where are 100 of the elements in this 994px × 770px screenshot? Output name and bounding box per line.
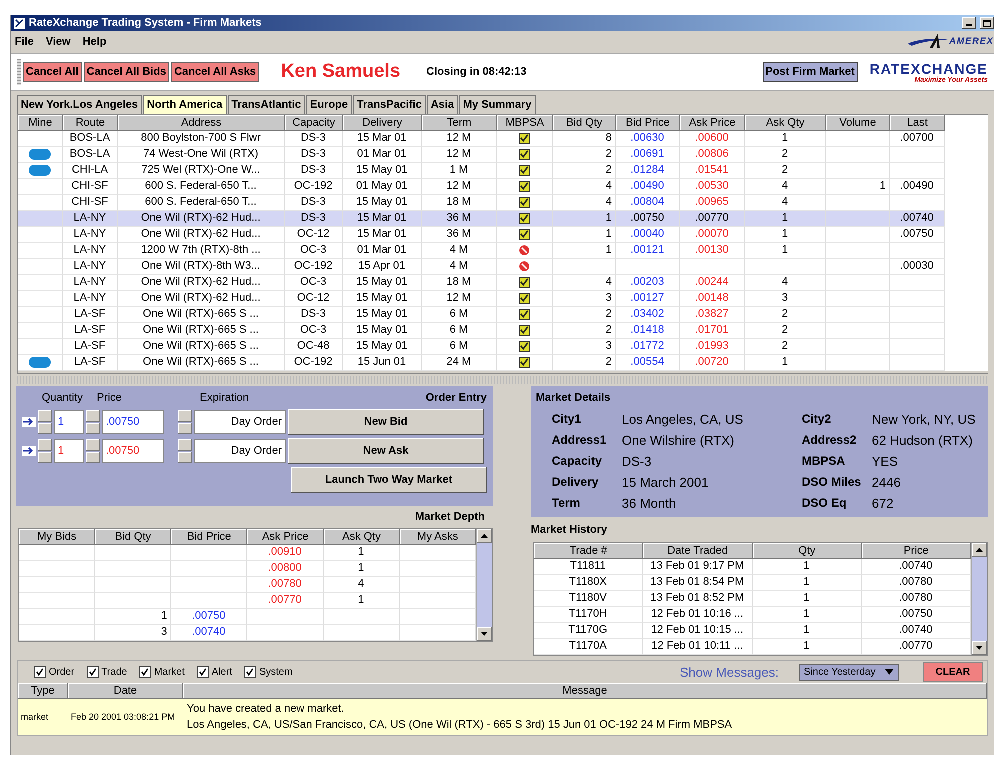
quantity-field[interactable]: 1 [54,410,84,434]
table-cell: OC-3 [285,323,343,339]
detail-label: Address2 [802,433,858,448]
table-cell: 6 M [422,307,497,323]
closing-time: Closing in 08:42:13 [426,66,528,78]
column-header[interactable]: My Bids [19,529,96,545]
table-cell: 3 [553,339,616,355]
spin-down-button[interactable] [86,422,100,434]
spin-up-button[interactable] [178,410,192,422]
tab[interactable]: TransAtlantic [228,95,306,114]
spin-down-button[interactable] [178,422,192,434]
period-dropdown[interactable]: Since Yesterday [799,664,899,680]
spin-down-button[interactable] [86,452,100,463]
spin-up-button[interactable] [86,439,100,450]
field-label: Expiration [200,392,249,404]
expiration-field[interactable]: Day Order [194,439,286,463]
column-header[interactable]: Message [183,683,987,699]
spin-down-button[interactable] [38,452,52,463]
checkbox[interactable] [34,666,46,678]
column-header[interactable]: Last [890,115,945,131]
spin-down-button[interactable] [178,452,192,463]
checkbox[interactable] [86,666,99,678]
column-header[interactable]: Capacity [285,115,343,131]
minimize-button[interactable] [962,17,976,29]
column-header[interactable]: Route [63,115,118,131]
table-cell [826,131,890,147]
spin-up-button[interactable] [38,410,52,422]
checkbox[interactable] [244,666,256,678]
menu-item[interactable]: File [15,36,34,48]
table-cell: 4 [745,179,826,195]
quantity-field[interactable]: 1 [54,439,84,463]
spin-up-button[interactable] [38,439,52,450]
up-arrow-icon[interactable] [976,548,983,552]
column-header[interactable]: Bid Qty [553,115,616,131]
maximize-icon [983,20,991,26]
tab[interactable]: New York.Los Angeles [17,95,142,114]
cancel-button[interactable]: Cancel All Asks [171,62,260,82]
table-cell: One Wil (RTX)-8th W3... [118,259,285,275]
spin-up-button[interactable] [178,439,192,450]
table-cell: T1180V [534,591,644,607]
tab[interactable]: North America [143,95,227,114]
menu-item[interactable]: View [46,36,71,48]
order-button[interactable]: New Ask [288,438,484,464]
column-header[interactable]: Term [422,115,497,131]
column-header[interactable]: Bid Qty [95,529,172,545]
column-header[interactable]: Delivery [343,115,422,131]
column-header[interactable]: Ask Qty [324,529,400,545]
checkbox-label: System [259,666,293,678]
splitter-handle[interactable] [17,376,988,384]
price-field[interactable]: .00750 [102,439,164,463]
column-header[interactable]: Bid Price [616,115,680,131]
column-header[interactable]: Trade # [534,543,644,559]
checkbox[interactable] [196,666,209,678]
table-cell: .01541 [680,163,745,179]
expiration-field[interactable]: Day Order [194,410,286,434]
column-header[interactable]: Ask Qty [745,115,826,131]
table-cell: 4 M [422,259,497,275]
table-cell: .00203 [616,275,680,291]
column-header[interactable]: Price [862,543,971,559]
column-header[interactable]: Mine [18,115,63,131]
tab[interactable]: My Summary [459,95,536,114]
post-button[interactable]: Post Firm Market [762,62,858,82]
spin-up-button[interactable] [86,410,100,422]
down-arrow-icon[interactable] [481,632,488,636]
column-header[interactable]: Type [18,683,68,699]
order-button[interactable]: New Bid [288,409,484,435]
column-header[interactable]: Bid Price [171,529,248,545]
table-cell [826,243,890,259]
column-header[interactable]: My Asks [400,529,476,545]
menu-item[interactable]: Help [82,36,107,48]
amerex-swoosh-icon [908,33,948,49]
scrollbar[interactable] [476,529,492,641]
column-header[interactable]: Ask Price [247,529,324,545]
column-header[interactable]: Date [68,683,183,699]
column-header[interactable]: Volume [826,115,890,131]
tab[interactable]: Asia [426,95,458,114]
launch-button[interactable]: Launch Two Way Market [291,467,487,493]
maximize-button[interactable] [980,17,994,29]
table-cell: 2 [745,163,826,179]
column-header[interactable]: Date Traded [643,543,752,559]
up-arrow-icon[interactable] [481,534,488,538]
table-cell: 2 [745,147,826,163]
column-header[interactable]: Qty [752,543,862,559]
spin-down-button[interactable] [38,422,52,434]
table-cell: OC-12 [285,291,343,307]
tab[interactable]: Europe [306,95,352,114]
column-header[interactable]: MBPSA [497,115,553,131]
column-header[interactable]: Ask Price [680,115,745,131]
tab[interactable]: TransPacific [353,95,426,114]
cancel-button[interactable]: Cancel All [23,62,82,82]
table-cell: .00750 [890,227,945,243]
scrollbar[interactable] [971,543,987,655]
cancel-button[interactable]: Cancel All Bids [84,62,170,82]
table-cell: 12 Feb 01 10:15 ... [643,623,752,639]
checkbox[interactable] [139,666,152,678]
detail-label: City1 [552,412,582,427]
down-arrow-icon[interactable] [976,646,983,650]
clear-button[interactable]: CLEAR [923,662,983,682]
column-header[interactable]: Address [118,115,285,131]
price-field[interactable]: .00750 [102,410,164,434]
